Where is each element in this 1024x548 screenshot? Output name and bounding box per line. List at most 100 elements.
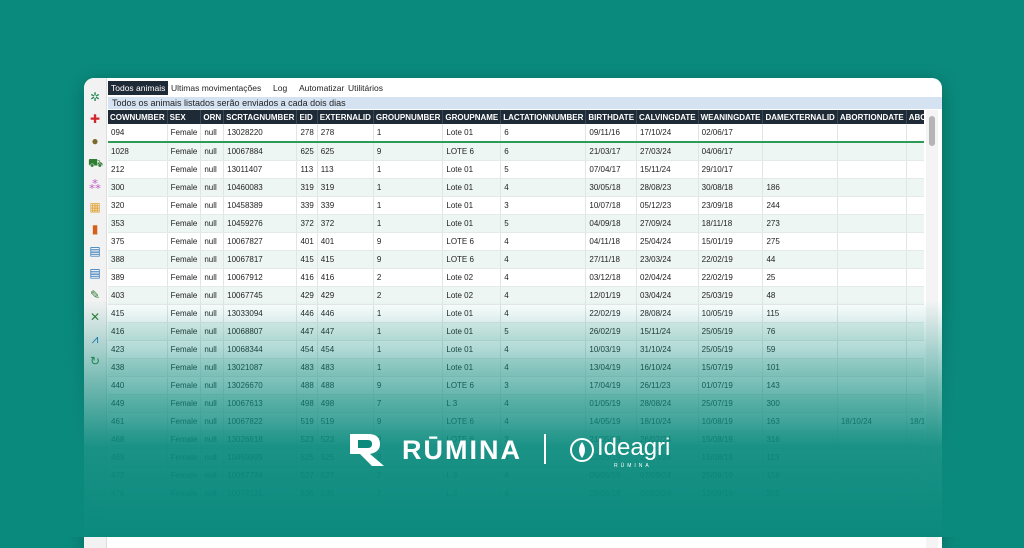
table-header-row: COWNUMBER SEX ORN SCRTAGNUMBER EID EXTERNALID… [108,110,924,124]
table-cell: 02/04/24 [636,268,699,287]
herd-icon[interactable]: ▮ [88,222,102,236]
table-row[interactable]: 1028 Female null 10067884 625 625 9 LOTE 6 6 21/0… [108,142,924,161]
table-cell: 6 [500,124,587,143]
chart-icon[interactable]: ⁂ [88,178,102,192]
table-cell [837,178,907,197]
table-row[interactable]: 375 Female null 10067827 401 401 9 LOTE 6 4 04/11… [108,232,924,251]
table-cell: 401 [317,232,374,251]
column-header[interactable]: COWNUMBER [108,110,168,124]
column-header[interactable]: ABORTIONDATE [837,110,907,124]
table-cell: 05/12/23 [636,196,699,215]
table-cell: 372 [296,214,318,233]
column-header[interactable]: GROUPNUMBER [373,110,444,124]
document-icon[interactable]: ▤ [88,244,102,258]
table-cell: 1 [373,196,444,215]
table-cell: 10460083 [223,178,298,197]
add-icon[interactable]: ✚ [88,112,102,126]
table-cell: 415 [317,250,374,269]
calculator-icon[interactable]: ▦ [88,200,102,214]
table-cell: null [200,124,225,143]
table-cell: 6 [500,142,587,161]
table-cell: 2 [373,268,444,287]
column-header[interactable]: SEX [167,110,202,124]
column-header[interactable]: LACTATIONNUMBER [500,110,587,124]
column-header[interactable]: WEANINGDATE [698,110,764,124]
table-cell: 416 [296,268,318,287]
table-cell: null [200,160,225,179]
report-icon[interactable]: ▤ [88,266,102,280]
column-header[interactable]: EID [296,110,318,124]
table-cell: Female [167,178,202,197]
table-cell: 15/11/24 [636,160,699,179]
column-header[interactable]: GROUPNAME [442,110,502,124]
table-cell: 353 [108,214,168,233]
table-cell [837,142,907,161]
table-cell: 9 [373,232,444,251]
logo-divider [544,434,546,464]
table-cell [906,196,924,215]
column-header[interactable]: CALVINGDATE [636,110,699,124]
table-cell: 15/01/19 [698,232,764,251]
column-header[interactable]: EXTERNALID [317,110,374,124]
table-row[interactable]: 388 Female null 10067817 415 415 9 LOTE 6 4 27/11… [108,250,924,269]
table-row[interactable]: 094 Female null 13028220 278 278 1 Lote 01 6 09/1… [108,124,924,143]
table-cell [762,142,838,161]
table-cell: LOTE 6 [442,232,502,251]
table-cell: 13028220 [223,124,298,143]
scrollbar-thumb[interactable] [929,116,935,146]
table-cell: 1028 [108,142,168,161]
table-cell: 10/07/18 [585,196,638,215]
column-header[interactable]: SCRTAGNUMBER [223,110,298,124]
table-cell: null [200,214,225,233]
table-cell: 113 [317,160,374,179]
tab-log[interactable]: Log [270,81,290,95]
table-cell: 339 [317,196,374,215]
tab-bar: Todos animais Ultimas movimentações Log … [108,80,942,96]
table-row[interactable]: 389 Female null 10067912 416 416 2 Lote 02 4 03/1… [108,268,924,287]
ideagri-logo-subtext: RŪMINA [614,463,652,469]
table-row[interactable]: 300 Female null 10460083 319 319 1 Lote 01 4 30/0… [108,178,924,197]
table-cell: 273 [762,214,838,233]
table-cell [837,160,907,179]
table-cell: LOTE 6 [442,250,502,269]
column-header[interactable]: DAMEXTERNALID [762,110,838,124]
table-cell: 10459276 [223,214,298,233]
table-cell: Female [167,160,202,179]
table-cell [906,124,924,143]
table-cell: 094 [108,124,168,143]
tab-todos-animais[interactable]: Todos animais [108,81,169,95]
table-cell: 4 [500,232,587,251]
bottom-gradient-overlay [0,300,1024,537]
table-cell [837,214,907,233]
table-cell: 278 [317,124,374,143]
tractor-icon[interactable]: ⛟ [88,156,103,170]
tab-ultimas-movimentacoes[interactable]: Ultimas movimentações [168,81,264,95]
table-cell: null [200,178,225,197]
column-header[interactable]: BIRTHDATE [585,110,638,124]
table-cell: 625 [296,142,318,161]
table-cell: 275 [762,232,838,251]
tools-icon[interactable]: ✲ [88,90,102,104]
table-row[interactable]: 320 Female null 10458389 339 339 1 Lote 01 3 10/0… [108,196,924,215]
table-cell [762,124,838,143]
column-header[interactable]: ORN [200,110,225,124]
table-cell: 44 [762,250,838,269]
column-header[interactable]: ABOR [906,110,924,124]
table-cell: 339 [296,196,318,215]
table-cell: Female [167,142,202,161]
tab-utilitarios[interactable]: Utilitários [345,81,386,95]
tab-automatizar[interactable]: Automatizar [296,81,347,95]
table-cell: Female [167,214,202,233]
table-cell: 320 [108,196,168,215]
table-cell: null [200,268,225,287]
table-row[interactable]: 353 Female null 10459276 372 372 1 Lote 01 5 04/0… [108,214,924,233]
table-cell: Lote 01 [442,196,502,215]
brand-bar: RŪMINA Ideagri RŪMINA [0,430,1024,470]
table-cell: 23/03/24 [636,250,699,269]
table-cell: 375 [108,232,168,251]
table-row[interactable]: 212 Female null 13011407 113 113 1 Lote 01 5 07/0… [108,160,924,179]
bag-icon[interactable]: ● [88,134,102,148]
table-cell: 113 [296,160,318,179]
table-cell: 5 [500,214,587,233]
rumina-logo-icon [350,434,384,466]
